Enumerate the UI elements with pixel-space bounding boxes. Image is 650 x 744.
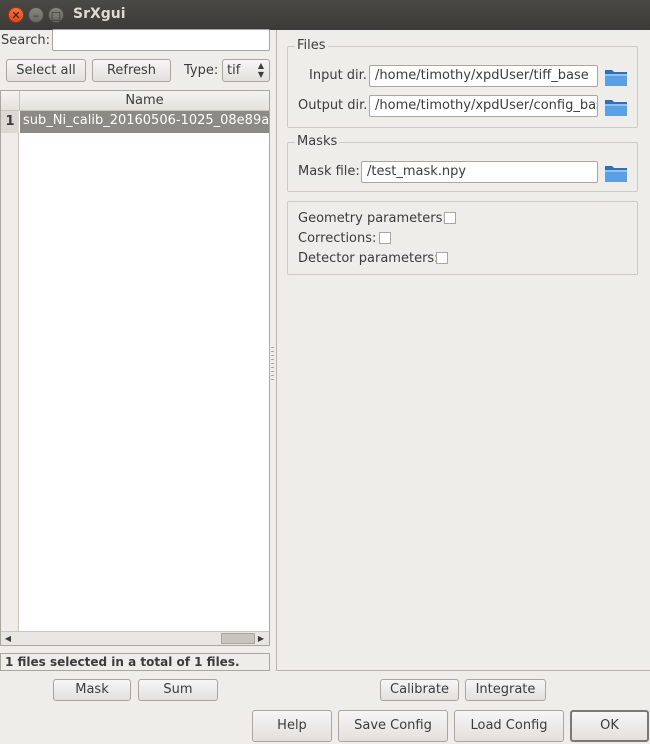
files-group-title: Files (295, 38, 328, 53)
detector-parameters-label: Detector parameters: (298, 251, 439, 266)
horizontal-scrollbar[interactable]: ◀ ▶ (1, 631, 269, 645)
scrollbar-thumb[interactable] (221, 633, 255, 644)
output-dir-label: Output dir. (298, 98, 368, 113)
file-list-header: Name (1, 91, 269, 111)
detector-parameters-checkbox[interactable] (436, 252, 448, 264)
title-bar: ✕ – □ SrXgui (0, 0, 650, 30)
masks-group-title: Masks (295, 134, 340, 149)
column-header-name[interactable]: Name (19, 91, 269, 111)
geometry-parameters-label: Geometry parameters: (298, 211, 447, 226)
input-dir-label: Input dir. (309, 68, 367, 83)
search-input[interactable] (52, 29, 270, 51)
corrections-checkbox[interactable] (379, 232, 391, 244)
help-button[interactable]: Help (252, 710, 332, 742)
browse-mask-file-folder-icon[interactable] (604, 163, 628, 183)
row-number-column (1, 111, 19, 631)
type-select[interactable]: tif ▲ ▼ (222, 59, 270, 82)
scroll-left-icon[interactable]: ◀ (2, 633, 14, 645)
close-window-button[interactable]: ✕ (8, 7, 24, 23)
sum-button[interactable]: Sum (138, 679, 218, 701)
maximize-window-button[interactable]: □ (48, 7, 64, 23)
type-label: Type: (184, 63, 219, 78)
browse-output-dir-folder-icon[interactable] (604, 97, 628, 117)
output-dir-field[interactable]: /home/timothy/xpdUser/config_base (369, 95, 598, 117)
type-select-value: tif (227, 63, 241, 78)
spinner-arrows-icon: ▲ ▼ (257, 61, 264, 79)
mask-file-field[interactable]: /test_mask.npy (361, 161, 598, 183)
mask-file-label: Mask file: (298, 164, 360, 179)
file-list[interactable]: Name 1 sub_Ni_calib_20160506-1025_08e89a… (0, 90, 270, 646)
ok-button[interactable]: OK (570, 710, 649, 742)
window-title: SrXgui (73, 6, 126, 22)
refresh-button[interactable]: Refresh (92, 59, 171, 82)
browse-input-dir-folder-icon[interactable] (604, 67, 628, 87)
search-label: Search: (1, 33, 51, 48)
minimize-window-button[interactable]: – (28, 7, 44, 23)
splitter-handle-icon[interactable] (270, 345, 275, 385)
mask-button[interactable]: Mask (53, 679, 131, 701)
select-all-button[interactable]: Select all (6, 59, 86, 82)
save-config-button[interactable]: Save Config (338, 710, 448, 742)
integrate-button[interactable]: Integrate (465, 679, 546, 701)
row-number: 1 (1, 111, 19, 133)
geometry-parameters-checkbox[interactable] (444, 212, 456, 224)
file-name-cell[interactable]: sub_Ni_calib_20160506-1025_08e89a86 (20, 111, 269, 133)
corrections-label: Corrections: (298, 231, 377, 246)
load-config-button[interactable]: Load Config (454, 710, 564, 742)
calibrate-button[interactable]: Calibrate (380, 679, 459, 701)
scroll-right-icon[interactable]: ▶ (255, 633, 267, 645)
selection-status: 1 files selected in a total of 1 files. (0, 653, 270, 671)
table-row[interactable]: 1 sub_Ni_calib_20160506-1025_08e89a86 (1, 111, 269, 133)
input-dir-field[interactable]: /home/timothy/xpdUser/tiff_base (369, 65, 598, 87)
